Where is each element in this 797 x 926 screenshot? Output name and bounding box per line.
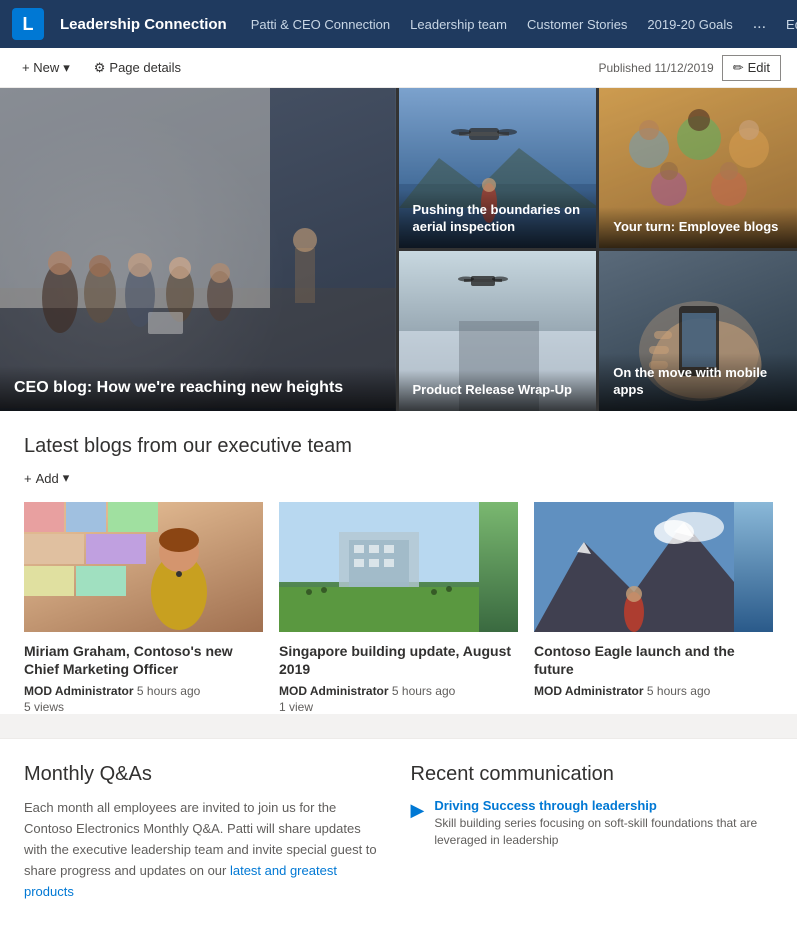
published-label: Published 11/12/2019 — [598, 61, 713, 75]
monthly-qa-section: Monthly Q&As Each month all employees ar… — [24, 763, 387, 902]
monthly-qa-text: Each month all employees are invited to … — [24, 798, 387, 902]
site-logo[interactable]: L — [12, 8, 44, 40]
hero-title-product: Product Release Wrap-Up — [413, 382, 583, 399]
hero-bg-ceo — [0, 88, 396, 411]
edit-label: Edit — [748, 60, 770, 75]
blog-card-img-miriam — [24, 502, 263, 632]
hero-overlay-team: Your turn: Employee blogs — [599, 207, 797, 248]
blog-card-meta-singapore: MOD Administrator 5 hours ago — [279, 684, 518, 698]
page-details-label: Page details — [109, 60, 181, 75]
add-icon: + — [24, 471, 32, 486]
monthly-qa-title: Monthly Q&As — [24, 763, 387, 786]
bottom-section: Monthly Q&As Each month all employees ar… — [0, 738, 797, 926]
add-label: Add — [36, 471, 59, 486]
hero-overlay-mobile: On the move with mobile apps — [599, 353, 797, 411]
hero-title-mobile: On the move with mobile apps — [613, 365, 783, 399]
blog-card-title-miriam: Miriam Graham, Contoso's new Chief Marke… — [24, 642, 263, 678]
miriam-illustration — [24, 502, 263, 632]
hero-overlay-drone: Pushing the boundaries on aerial inspect… — [399, 190, 597, 248]
monthly-qa-link[interactable]: latest and greatest products — [24, 863, 337, 899]
blog-card-views-singapore: 1 view — [279, 700, 518, 714]
edit-button[interactable]: ✏ Edit — [722, 55, 781, 81]
page-details-button[interactable]: ⚙ Page details — [88, 56, 187, 80]
nav-more-icon[interactable]: ... — [745, 11, 774, 37]
blog-card-meta-miriam: MOD Administrator 5 hours ago — [24, 684, 263, 698]
recent-comm-title: Recent communication — [411, 763, 774, 786]
blog-card-miriam[interactable]: Miriam Graham, Contoso's new Chief Marke… — [24, 502, 263, 714]
hero-grid: CEO blog: How we're reaching new heights — [0, 88, 797, 411]
nav-link-leadership[interactable]: Leadership team — [402, 13, 515, 36]
blog-card-singapore[interactable]: Singapore building update, August 2019 M… — [279, 502, 518, 714]
blog-card-author-singapore: MOD Administrator — [279, 684, 389, 698]
nav-link-patti[interactable]: Patti & CEO Connection — [243, 13, 398, 36]
arrow-right-icon: ▶ — [411, 800, 425, 821]
blog-card-author-eagle: MOD Administrator — [534, 684, 644, 698]
blog-card-meta-eagle: MOD Administrator 5 hours ago — [534, 684, 773, 698]
nav-link-goals[interactable]: 2019-20 Goals — [639, 13, 740, 36]
blog-card-views-miriam: 5 views — [24, 700, 263, 714]
blog-card-time-eagle-val: 5 hours ago — [647, 684, 710, 698]
nav-links: Patti & CEO Connection Leadership team C… — [243, 11, 797, 37]
recent-item-0[interactable]: ▶ Driving Success through leadership Ski… — [411, 798, 774, 849]
singapore-illustration — [279, 502, 518, 632]
eagle-illustration — [534, 502, 773, 632]
top-navigation: L Leadership Connection Patti & CEO Conn… — [0, 0, 797, 48]
hero-cell-team[interactable]: Your turn: Employee blogs — [599, 88, 797, 248]
hero-cell-drone[interactable]: Pushing the boundaries on aerial inspect… — [399, 88, 597, 248]
add-dropdown-icon: ▾ — [63, 470, 70, 486]
hero-title-drone: Pushing the boundaries on aerial inspect… — [413, 202, 583, 236]
main-content: Latest blogs from our executive team + A… — [0, 411, 797, 714]
blog-card-author-miriam: MOD Administrator — [24, 684, 134, 698]
page-toolbar: + New ▾ ⚙ Page details Published 11/12/2… — [0, 48, 797, 88]
recent-item-content-0: Driving Success through leadership Skill… — [434, 798, 773, 849]
hero-cell-product[interactable]: Product Release Wrap-Up — [399, 251, 597, 411]
page-details-icon: ⚙ — [94, 60, 106, 76]
hero-title-ceo: CEO blog: How we're reaching new heights — [14, 378, 382, 399]
blogs-section-title: Latest blogs from our executive team — [24, 435, 773, 458]
nav-link-customer[interactable]: Customer Stories — [519, 13, 635, 36]
site-title: Leadership Connection — [60, 16, 227, 33]
new-button-label: + New — [22, 60, 59, 75]
edit-icon: ✏ — [733, 60, 744, 76]
new-dropdown-icon: ▾ — [63, 60, 70, 76]
new-button[interactable]: + New ▾ — [16, 56, 76, 80]
blog-card-time-singapore-val: 5 hours ago — [392, 684, 455, 698]
blog-card-eagle[interactable]: Contoso Eagle launch and the future MOD … — [534, 502, 773, 714]
add-content-button[interactable]: + Add ▾ — [24, 470, 773, 486]
ceo-illustration — [0, 88, 396, 411]
hero-title-team: Your turn: Employee blogs — [613, 219, 783, 236]
toolbar-left: + New ▾ ⚙ Page details — [16, 56, 187, 80]
hero-overlay-product: Product Release Wrap-Up — [399, 370, 597, 411]
blog-card-title-eagle: Contoso Eagle launch and the future — [534, 642, 773, 678]
blog-cards-grid: Miriam Graham, Contoso's new Chief Marke… — [24, 502, 773, 714]
recent-item-desc-0: Skill building series focusing on soft-s… — [434, 815, 773, 849]
blog-card-img-singapore — [279, 502, 518, 632]
blog-card-title-singapore: Singapore building update, August 2019 — [279, 642, 518, 678]
hero-cell-ceo[interactable]: CEO blog: How we're reaching new heights — [0, 88, 396, 411]
nav-link-edit[interactable]: Edit — [778, 13, 797, 36]
toolbar-right: Published 11/12/2019 ✏ Edit — [598, 55, 781, 81]
hero-cell-mobile[interactable]: On the move with mobile apps — [599, 251, 797, 411]
recent-communication-section: Recent communication ▶ Driving Success t… — [411, 763, 774, 902]
blog-card-time-miriam-val: 5 hours ago — [137, 684, 200, 698]
recent-item-title-0: Driving Success through leadership — [434, 798, 773, 813]
hero-overlay-ceo: CEO blog: How we're reaching new heights — [0, 366, 396, 411]
blog-card-img-eagle — [534, 502, 773, 632]
